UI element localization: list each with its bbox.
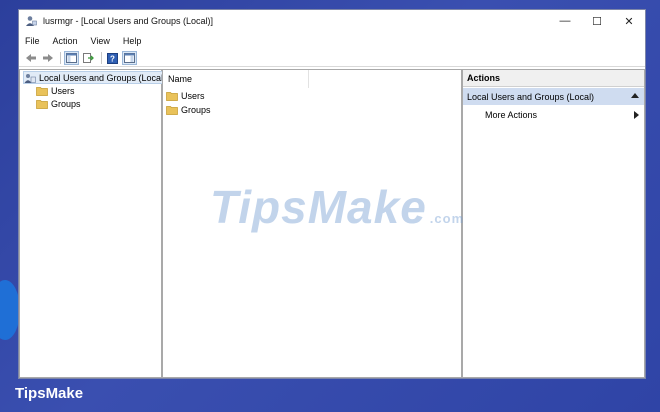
toolbar-separator (60, 52, 61, 64)
back-arrow-icon[interactable] (23, 51, 38, 65)
actions-header: Actions (463, 70, 644, 87)
list-item-label: Users (181, 90, 205, 101)
window-controls: — ☐ ✕ (549, 10, 645, 32)
users-app-icon (25, 15, 37, 27)
list-item-label: Groups (181, 104, 211, 115)
folder-icon (166, 91, 178, 101)
menu-bar: File Action View Help (19, 33, 645, 49)
toolbar: ? (19, 50, 645, 67)
folder-icon (36, 99, 48, 109)
tree-item-users[interactable]: Users (36, 84, 75, 97)
actions-pane: Actions Local Users and Groups (Local) M… (462, 69, 645, 378)
submenu-arrow-icon (634, 111, 639, 119)
actions-section-local-users-and-groups[interactable]: Local Users and Groups (Local) (463, 88, 644, 105)
more-actions-label: More Actions (485, 109, 538, 120)
users-groups-icon (24, 73, 36, 83)
console-tree-pane: Local Users and Groups (Local) Users Gro… (19, 69, 170, 378)
watermark-logo: TipsMake .com (210, 180, 464, 234)
close-button[interactable]: ✕ (613, 10, 645, 32)
watermark-text: TipsMake (210, 181, 427, 233)
export-list-icon[interactable] (81, 51, 96, 65)
folder-icon (36, 86, 48, 96)
menu-action[interactable]: Action (53, 36, 78, 46)
title-bar[interactable]: lusrmgr - [Local Users and Groups (Local… (19, 10, 645, 32)
menu-file[interactable]: File (25, 36, 40, 46)
minimize-button[interactable]: — (549, 10, 581, 32)
help-icon[interactable]: ? (105, 51, 120, 65)
show-hide-action-pane-icon[interactable] (122, 51, 137, 65)
tree-item-local-users-and-groups[interactable]: Local Users and Groups (Local) (23, 71, 170, 84)
tree-item-label: Users (51, 85, 75, 96)
tree-item-groups[interactable]: Groups (36, 97, 81, 110)
svg-text:?: ? (110, 54, 115, 63)
tree-item-label: Groups (51, 98, 81, 109)
toolbar-separator (101, 52, 102, 64)
watermark-suffix: .com (429, 211, 465, 226)
column-header-label: Name (168, 74, 193, 84)
list-item-groups[interactable]: Groups (166, 103, 211, 116)
maximize-button[interactable]: ☐ (581, 10, 613, 32)
list-item-users[interactable]: Users (166, 89, 205, 102)
actions-section-label: Local Users and Groups (Local) (467, 91, 595, 102)
window-title: lusrmgr - [Local Users and Groups (Local… (43, 16, 214, 26)
collapse-arrow-icon[interactable] (631, 93, 639, 98)
forward-arrow-icon[interactable] (40, 51, 55, 65)
tree-root-label: Local Users and Groups (Local) (39, 72, 167, 83)
column-header-name[interactable]: Name (163, 70, 309, 88)
show-hide-tree-icon[interactable] (64, 51, 79, 65)
menu-help[interactable]: Help (123, 36, 142, 46)
folder-icon (166, 105, 178, 115)
menu-view[interactable]: View (91, 36, 110, 46)
footer-brand: TipsMake (15, 385, 84, 402)
more-actions-item[interactable]: More Actions (463, 107, 644, 122)
